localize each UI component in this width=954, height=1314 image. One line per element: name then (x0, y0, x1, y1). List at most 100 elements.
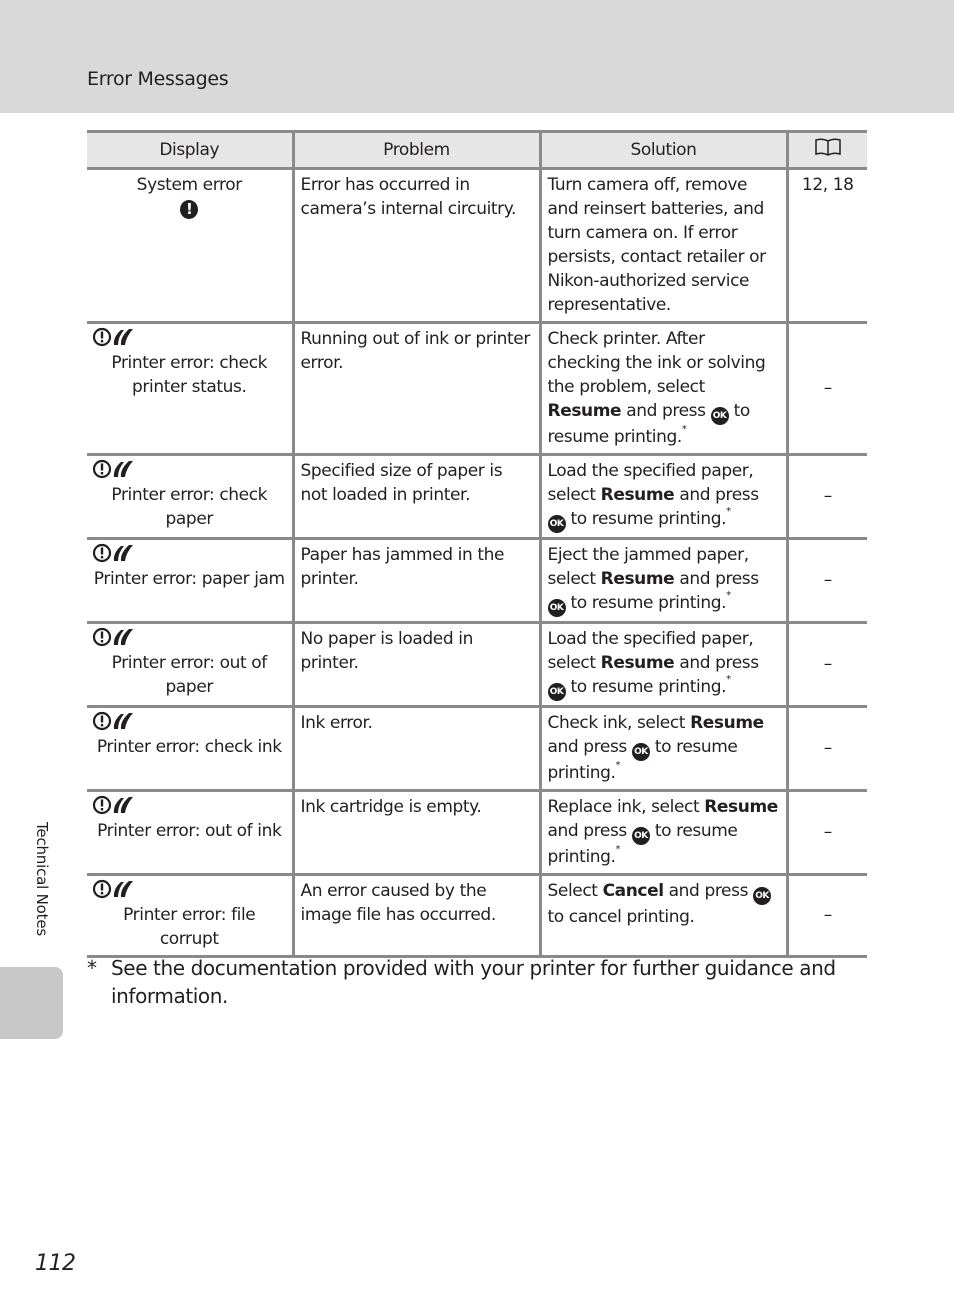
footnote-marker: * (87, 956, 97, 980)
ok-button-icon: OK (547, 683, 566, 701)
page-reference-cell: – (785, 454, 867, 540)
solution-cell: Load the specified paper, select Resume … (538, 454, 787, 540)
problem-text: Running out of ink or printer error. (300, 329, 531, 373)
menu-option-name: Resume (690, 713, 764, 733)
solution-cell: Load the specified paper, select Resume … (538, 622, 787, 708)
problem-cell: Specified size of paper is not loaded in… (291, 454, 540, 540)
display-text: System error (136, 175, 243, 195)
solution-cell: Eject the jammed paper, select Resume an… (538, 538, 787, 624)
display-text: Printer error: file corrupt (123, 905, 256, 949)
printer-error-icon (92, 627, 135, 654)
solution-text: and press (663, 881, 754, 901)
column-header-display: Display (87, 130, 293, 170)
book-icon (815, 137, 841, 164)
menu-option-name: Resume (600, 485, 675, 505)
footnote-ref: * (726, 506, 731, 517)
display-cell: Printer error: out of paper (87, 622, 293, 708)
page-reference-cell: – (785, 538, 867, 624)
display-cell: Printer error: check paper (87, 454, 293, 540)
side-tab[interactable] (0, 967, 63, 1039)
column-header-page (785, 130, 867, 170)
ok-button-icon: OK (631, 827, 650, 845)
page-reference-cell: 12, 18 (785, 168, 867, 324)
page-reference-cell: – (785, 322, 867, 456)
page-reference: – (823, 654, 833, 674)
ok-button-icon: OK (631, 743, 650, 761)
solution-text: Replace ink, select (547, 797, 705, 817)
printer-error-icon (92, 327, 135, 354)
problem-text: Paper has jammed in the printer. (300, 545, 505, 589)
solution-text: Check ink, select (547, 713, 691, 733)
problem-cell: Ink cartridge is empty. (291, 790, 540, 876)
footnote-ref: * (615, 844, 621, 855)
display-cell: Printer error: paper jam (87, 538, 293, 624)
printer-error-icon (92, 879, 135, 906)
solution-cell: Select Cancel and press OK to cancel pri… (538, 874, 787, 958)
table-row: Printer error: paper jam Paper has jamme… (87, 538, 867, 624)
printer-error-icon (92, 459, 135, 486)
table-row: Printer error: out of paper No paper is … (87, 622, 867, 708)
exclamation-icon: ! (180, 200, 199, 219)
page-reference-cell: – (785, 706, 867, 792)
solution-text: and press (674, 569, 759, 589)
solution-text: and press (547, 821, 632, 841)
table-row: Printer error: check ink Ink error. Chec… (87, 706, 867, 792)
column-header-solution: Solution (538, 130, 787, 170)
solution-text: and press (674, 485, 759, 505)
solution-cell: Check printer. After checking the ink or… (538, 322, 787, 456)
solution-text: to resume printing. (565, 509, 727, 529)
menu-option-name: Resume (704, 797, 778, 817)
display-cell: Printer error: out of ink (87, 790, 293, 876)
problem-cell: No paper is loaded in printer. (291, 622, 540, 708)
page-reference-cell: – (785, 790, 867, 876)
table-row: Printer error: check paper Specified siz… (87, 454, 867, 540)
page-reference-cell: – (785, 874, 867, 958)
solution-cell: Check ink, select Resume and press OK to… (538, 706, 787, 792)
solution-text: to resume printing. (565, 677, 727, 697)
section-title: Error Messages (87, 68, 229, 90)
ok-button-icon: OK (547, 599, 566, 617)
table-header-row: Display Problem Solution (87, 130, 867, 170)
solution-text: to resume printing. (565, 593, 727, 613)
problem-text: An error caused by the image file has oc… (300, 881, 497, 925)
footnote-ref: * (726, 674, 731, 685)
table-row: Printer error: out of ink Ink cartridge … (87, 790, 867, 876)
solution-cell: Replace ink, select Resume and press OK … (538, 790, 787, 876)
page-number: 112 (35, 1251, 76, 1276)
error-messages-table: Display Problem Solution System error! E… (87, 130, 867, 958)
printer-error-icon (92, 543, 135, 570)
footnote: * See the documentation provided with yo… (87, 954, 867, 1010)
problem-cell: Ink error. (291, 706, 540, 792)
page-reference: – (823, 822, 833, 842)
menu-option-name: Resume (600, 569, 675, 589)
display-text: Printer error: check paper (111, 485, 268, 529)
solution-text: and press (621, 401, 711, 421)
footnote-ref: * (681, 424, 687, 435)
problem-cell: Running out of ink or printer error. (291, 322, 540, 456)
header-band: Error Messages (0, 0, 954, 113)
menu-option-name: Cancel (602, 881, 664, 901)
side-tab-label: Technical Notes (33, 822, 51, 936)
table-row: Printer error: file corrupt An error cau… (87, 874, 867, 958)
page-reference: – (823, 486, 833, 506)
display-text: Printer error: check printer status. (111, 353, 268, 397)
solution-cell: Turn camera off, remove and reinsert bat… (538, 168, 787, 324)
page-reference-cell: – (785, 622, 867, 708)
page-reference: – (823, 738, 833, 758)
printer-error-icon (92, 711, 135, 738)
display-text: Printer error: paper jam (93, 569, 285, 589)
problem-cell: Error has occurred in camera’s internal … (291, 168, 540, 324)
column-header-problem: Problem (291, 130, 540, 170)
solution-text: Select (547, 881, 603, 901)
solution-text: Check printer. After checking the ink or… (547, 329, 766, 397)
display-cell: Printer error: file corrupt (87, 874, 293, 958)
solution-text: Turn camera off, remove and reinsert bat… (547, 175, 767, 315)
page-reference: – (823, 905, 833, 925)
printer-error-icon (92, 795, 135, 822)
display-cell: System error! (87, 168, 293, 324)
menu-option-name: Resume (547, 401, 622, 421)
solution-text: and press (674, 653, 759, 673)
problem-text: Error has occurred in camera’s internal … (300, 175, 517, 219)
display-text: Printer error: out of paper (111, 653, 268, 697)
footnote-ref: * (726, 590, 731, 601)
